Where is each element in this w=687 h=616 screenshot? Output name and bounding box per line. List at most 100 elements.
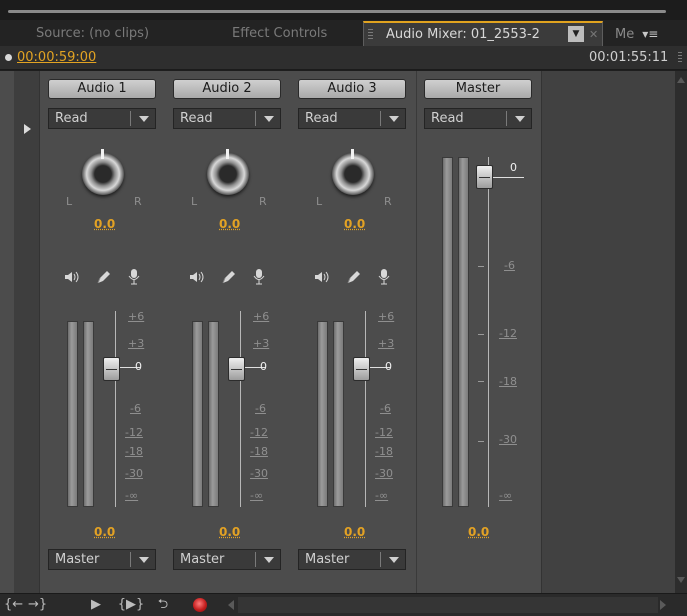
pan-knob[interactable]: [203, 149, 253, 199]
automation-mode-value: Read: [180, 111, 213, 126]
dropdown-divider: [380, 111, 381, 126]
master-name-button[interactable]: Master: [424, 79, 532, 99]
scale-label-plus3: +3: [128, 337, 145, 350]
automation-mode-dropdown[interactable]: Read: [298, 108, 406, 129]
speaker-icon[interactable]: [312, 267, 332, 287]
master-automation-dropdown[interactable]: Read: [424, 108, 532, 129]
level-meter-left: [67, 321, 78, 507]
speaker-icon[interactable]: [62, 267, 82, 287]
automation-mode-value: Read: [55, 111, 88, 126]
dropdown-arrow-icon: [264, 116, 274, 122]
dropdown-divider: [380, 552, 381, 567]
output-track-dropdown[interactable]: Master: [173, 549, 281, 570]
knob-body: [207, 153, 249, 195]
microphone-icon[interactable]: [249, 267, 269, 287]
volume-fader-handle[interactable]: [228, 357, 245, 381]
duration-timecode: 00:01:55:11: [589, 50, 669, 65]
play-icon[interactable]: ▶: [88, 596, 104, 614]
pan-knob[interactable]: [328, 149, 378, 199]
output-track-dropdown[interactable]: Master: [48, 549, 156, 570]
scroll-right-icon[interactable]: [660, 600, 666, 610]
volume-value[interactable]: 0.0: [94, 525, 115, 539]
volume-fader-handle[interactable]: [353, 357, 370, 381]
automation-mode-value: Read: [305, 111, 338, 126]
tab-menu-dropdown-icon[interactable]: ▼: [568, 26, 584, 42]
master-separator: [416, 71, 417, 593]
pan-right-label: R: [384, 195, 392, 208]
tab-source[interactable]: Source: (no clips): [36, 22, 186, 46]
output-track-value: Master: [305, 552, 350, 567]
master-scale-label-minus18: -18: [499, 375, 517, 388]
master-scale-tick: [478, 381, 484, 382]
knob-body: [332, 153, 374, 195]
volume-fader-handle[interactable]: [103, 357, 120, 381]
play-in-to-out-icon[interactable]: {▶}: [117, 596, 145, 614]
tab-close-icon[interactable]: ✕: [589, 23, 598, 46]
scale-label-plus3: +3: [253, 337, 270, 350]
microphone-icon[interactable]: [124, 267, 144, 287]
pan-left-label: L: [66, 195, 73, 208]
go-to-out-point-icon[interactable]: →}: [28, 596, 47, 614]
track-state-buttons: [312, 267, 396, 289]
vertical-scrollbar[interactable]: [675, 71, 687, 593]
current-timecode[interactable]: 00:00:59:00: [17, 50, 96, 65]
scroll-down-icon[interactable]: [677, 577, 685, 583]
timecode-grip-icon[interactable]: [678, 52, 682, 63]
tab-overflow-label: Me: [615, 27, 635, 42]
tab-overflow[interactable]: Me ▾≡: [615, 22, 685, 46]
scale-label-0: 0: [385, 360, 392, 373]
record-icon[interactable]: [193, 598, 207, 612]
automation-mode-value: Read: [431, 111, 464, 126]
tab-grip-icon[interactable]: [368, 29, 373, 41]
go-to-in-point-icon[interactable]: {←: [4, 596, 23, 614]
master-scale-label-minus30: -30: [499, 433, 517, 446]
pan-value[interactable]: 0.0: [94, 217, 115, 231]
scale-label-minus6: -6: [130, 402, 141, 415]
scale-label-minus30: -30: [375, 467, 393, 480]
track-name-button[interactable]: Audio 3: [298, 79, 406, 99]
volume-value[interactable]: 0.0: [344, 525, 365, 539]
speaker-icon[interactable]: [187, 267, 207, 287]
scroll-up-icon[interactable]: [677, 77, 685, 83]
dropdown-divider: [130, 111, 131, 126]
microphone-icon[interactable]: [374, 267, 394, 287]
scale-label-minus12: -12: [250, 426, 268, 439]
fader-track: [115, 311, 116, 507]
panel-menu-icon[interactable]: ▾≡: [642, 27, 658, 41]
track-name-button[interactable]: Audio 1: [48, 79, 156, 99]
track-name-button[interactable]: Audio 2: [173, 79, 281, 99]
channel-strip-audio-1: Audio 1 Read L R 0.0 +6 +3 0 -6 -12 -18 …: [42, 71, 158, 593]
automation-mode-dropdown[interactable]: Read: [48, 108, 156, 129]
volume-value[interactable]: 0.0: [219, 525, 240, 539]
master-volume-value[interactable]: 0.0: [468, 525, 489, 539]
scale-label-minus6: -6: [380, 402, 391, 415]
dropdown-arrow-icon: [264, 557, 274, 563]
output-track-dropdown[interactable]: Master: [298, 549, 406, 570]
pencil-icon[interactable]: [344, 267, 364, 287]
pencil-icon[interactable]: [94, 267, 114, 287]
loop-icon[interactable]: ⮌: [153, 596, 173, 614]
pan-left-label: L: [316, 195, 323, 208]
scale-label-0: 0: [135, 360, 142, 373]
show-effects-expand-icon[interactable]: [24, 124, 31, 134]
knob-indicator-icon: [226, 149, 229, 159]
scale-label-minus-inf: -∞: [250, 489, 264, 502]
horizontal-scrollbar[interactable]: [238, 597, 658, 613]
scale-label-minus18: -18: [375, 445, 393, 458]
automation-mode-dropdown[interactable]: Read: [173, 108, 281, 129]
pan-value[interactable]: 0.0: [219, 217, 240, 231]
dropdown-divider: [255, 111, 256, 126]
level-meter-right: [333, 321, 344, 507]
pan-value[interactable]: 0.0: [344, 217, 365, 231]
dropdown-arrow-icon: [139, 557, 149, 563]
scale-label-minus12: -12: [375, 426, 393, 439]
dropdown-arrow-icon: [389, 557, 399, 563]
scale-label-plus6: +6: [253, 310, 270, 323]
master-volume-fader-handle[interactable]: [476, 165, 493, 189]
tab-audio-mixer[interactable]: Audio Mixer: 01_2553-2 ▼ ✕: [363, 21, 603, 46]
tab-effect-controls[interactable]: Effect Controls: [232, 22, 352, 46]
pencil-icon[interactable]: [219, 267, 239, 287]
scroll-left-icon[interactable]: [228, 600, 234, 610]
pan-knob[interactable]: [78, 149, 128, 199]
level-meter-right: [83, 321, 94, 507]
